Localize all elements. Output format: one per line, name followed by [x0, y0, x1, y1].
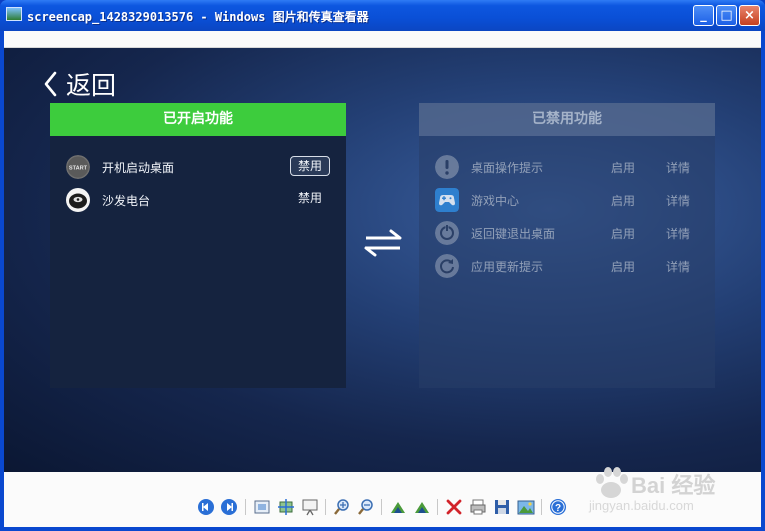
list-item: 返回键退出桌面 启用 详情: [419, 217, 715, 250]
title-bar: screencap_1428329013576 - Windows 图片和传真查…: [0, 0, 765, 31]
delete-icon[interactable]: [445, 498, 463, 516]
details-link[interactable]: 详情: [666, 159, 690, 176]
details-link[interactable]: 详情: [666, 258, 690, 275]
minimize-button[interactable]: _: [693, 5, 714, 26]
help-icon[interactable]: ?: [549, 498, 567, 516]
refresh-icon: [435, 254, 459, 278]
svg-text:?: ?: [555, 503, 561, 514]
top-strip: [4, 31, 761, 48]
image-view: 返回 已开启功能 START 开机启动桌面 禁用 沙发电台 禁用 已禁用功能 桌…: [4, 48, 761, 472]
paw-logo-icon: [596, 467, 628, 498]
watermark-url: jingyan.baidu.com: [589, 498, 694, 513]
item-label: 返回键退出桌面: [471, 227, 556, 241]
swap-arrows-icon: [364, 229, 402, 257]
back-label: 返回: [66, 71, 117, 100]
enabled-panel-title: 已开启功能: [50, 103, 346, 136]
watermark: Bai 经验 jingyan.baidu.com: [587, 467, 727, 518]
gamepad-icon: [435, 188, 459, 212]
chevron-left-icon: [44, 71, 57, 97]
disable-button[interactable]: 禁用: [290, 156, 330, 176]
best-fit-icon[interactable]: [253, 498, 271, 516]
edit-image-icon[interactable]: [517, 498, 535, 516]
return-icon: [435, 221, 459, 245]
disabled-panel-title: 已禁用功能: [419, 103, 715, 136]
viewer-toolbar: ? Bai 经验 jingyan.baidu.com: [4, 467, 761, 527]
zoom-in-icon[interactable]: [333, 498, 351, 516]
enable-button[interactable]: 启用: [611, 258, 635, 275]
close-button[interactable]: ×: [739, 5, 760, 26]
window-title: screencap_1428329013576 - Windows 图片和传真查…: [27, 10, 369, 24]
list-item: START 开机启动桌面 禁用: [50, 151, 346, 184]
print-icon[interactable]: [469, 498, 487, 516]
enabled-features-panel: 已开启功能 START 开机启动桌面 禁用 沙发电台 禁用: [50, 103, 346, 388]
toolbar-separator: [325, 499, 326, 515]
disabled-features-panel: 已禁用功能 桌面操作提示 启用 详情 游戏中心 启用 详情 返回键退出桌面 启用…: [419, 103, 715, 388]
toolbar-separator: [437, 499, 438, 515]
app-icon: [6, 7, 22, 21]
item-label: 应用更新提示: [471, 260, 544, 274]
save-icon[interactable]: [493, 498, 511, 516]
start-icon: START: [66, 155, 90, 179]
list-item: 应用更新提示 启用 详情: [419, 250, 715, 283]
list-item: 游戏中心 启用 详情: [419, 184, 715, 217]
radio-icon: [66, 188, 90, 212]
enable-button[interactable]: 启用: [611, 159, 635, 176]
window-frame-right: [761, 31, 765, 531]
details-link[interactable]: 详情: [666, 225, 690, 242]
enable-button[interactable]: 启用: [611, 192, 635, 209]
previous-image-icon[interactable]: [197, 498, 215, 516]
toolbar-separator: [541, 499, 542, 515]
zoom-out-icon[interactable]: [357, 498, 375, 516]
rotate-clockwise-icon[interactable]: [389, 498, 407, 516]
exclamation-icon: [435, 155, 459, 179]
list-item: 桌面操作提示 启用 详情: [419, 151, 715, 184]
toolbar-separator: [245, 499, 246, 515]
slideshow-icon[interactable]: [301, 498, 319, 516]
toolbar-separator: [381, 499, 382, 515]
window-frame-bottom: [0, 527, 765, 531]
maximize-button[interactable]: □: [716, 5, 737, 26]
item-label: 桌面操作提示: [471, 161, 544, 175]
disable-button[interactable]: 禁用: [290, 189, 330, 209]
rotate-counterclockwise-icon[interactable]: [413, 498, 431, 516]
watermark-brand: Bai 经验: [631, 473, 716, 498]
item-label: 游戏中心: [471, 194, 520, 208]
actual-size-icon[interactable]: [277, 498, 295, 516]
back-button[interactable]: 返回: [40, 68, 116, 100]
item-label: 沙发电台: [102, 194, 151, 208]
item-label: 开机启动桌面: [102, 161, 175, 175]
next-image-icon[interactable]: [220, 498, 238, 516]
enable-button[interactable]: 启用: [611, 225, 635, 242]
list-item: 沙发电台 禁用: [50, 184, 346, 217]
start-icon-text: START: [69, 166, 88, 172]
details-link[interactable]: 详情: [666, 192, 690, 209]
